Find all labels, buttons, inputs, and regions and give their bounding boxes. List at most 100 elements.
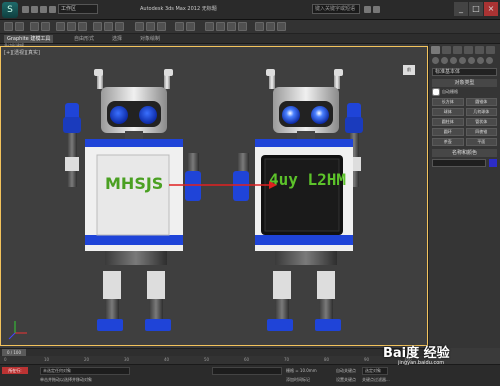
mirror-icon[interactable]	[175, 22, 184, 31]
cameras-icon[interactable]	[459, 57, 466, 64]
plane-button[interactable]: 平面	[465, 138, 497, 146]
tab-selection[interactable]: 选择	[112, 35, 122, 43]
new-file-icon[interactable]	[22, 6, 29, 13]
object-color-swatch[interactable]	[489, 159, 497, 167]
save-file-icon[interactable]	[40, 6, 47, 13]
region-select-icon[interactable]	[78, 22, 87, 31]
auto-key-label[interactable]: 自动关键点	[336, 368, 356, 374]
lights-icon[interactable]	[450, 57, 457, 64]
tab-graphite[interactable]: Graphite 建模工具	[4, 35, 54, 43]
name-color-rollout[interactable]: 名称和颜色	[432, 149, 497, 157]
primitive-buttons: 长方体 圆锥体 球体 几何球体 圆柱体 管状体 圆环 四棱锥 茶壶 平面	[432, 98, 497, 146]
ruler-tick: 0	[4, 357, 7, 362]
select-by-name-icon[interactable]	[67, 22, 76, 31]
set-key-label[interactable]: 设置关键点	[336, 377, 356, 383]
maximize-button[interactable]: □	[469, 2, 483, 16]
ruler-tick: 30	[124, 357, 130, 362]
name-color-row	[432, 159, 497, 167]
rotate-icon[interactable]	[104, 22, 113, 31]
add-time-tag[interactable]: 添加时间标记	[286, 377, 310, 383]
right-robot-screen-text: 4uy L2HM	[269, 170, 346, 189]
search-icon[interactable]	[364, 6, 371, 13]
render-frame-icon[interactable]	[266, 22, 275, 31]
close-button[interactable]: ×	[484, 2, 498, 16]
shapes-icon[interactable]	[441, 57, 448, 64]
utilities-tab-icon[interactable]	[486, 46, 495, 54]
ruler-tick: 10	[44, 357, 50, 362]
teapot-button[interactable]: 茶壶	[432, 138, 464, 146]
selected-object-dropdown[interactable]: 选定对象	[362, 367, 388, 375]
tube-button[interactable]: 管状体	[465, 118, 497, 126]
object-name-input[interactable]	[432, 159, 486, 167]
align-icon[interactable]	[186, 22, 195, 31]
ruler-tick: 60	[244, 357, 250, 362]
coordinate-fields[interactable]	[212, 367, 282, 375]
move-icon[interactable]	[93, 22, 102, 31]
selection-info: 未选定任何对象	[40, 367, 130, 375]
modify-tab-icon[interactable]	[442, 46, 451, 54]
spacewarps-icon[interactable]	[477, 57, 484, 64]
geometry-icon[interactable]	[432, 57, 439, 64]
search-input[interactable]: 键入关键字或短语	[312, 4, 360, 14]
autogrid-label: 自动栅格	[442, 89, 458, 94]
snap-icon[interactable]	[135, 22, 144, 31]
curve-editor-icon[interactable]	[216, 22, 225, 31]
perspective-viewport[interactable]: [+][透视][真实] 前 MHSJS 4uy L2HM	[0, 46, 428, 346]
baidu-watermark: Bai度 经验	[383, 346, 450, 361]
unlink-icon[interactable]	[41, 22, 50, 31]
material-editor-icon[interactable]	[238, 22, 247, 31]
angle-snap-icon[interactable]	[146, 22, 155, 31]
display-tab-icon[interactable]	[475, 46, 484, 54]
systems-icon[interactable]	[486, 57, 493, 64]
ruler-tick: 40	[164, 357, 170, 362]
redo-tool-icon[interactable]	[15, 22, 24, 31]
object-type-rollout[interactable]: 对象类型	[432, 79, 497, 87]
left-robot-screen-text: MHSJS	[105, 174, 163, 193]
scale-icon[interactable]	[115, 22, 124, 31]
status-bar: 所在行: 未选定任何对象 单击并拖动以选择并移动对象 栅格 = 10.0mm 添…	[0, 364, 500, 386]
layer-icon[interactable]	[205, 22, 214, 31]
create-tab-icon[interactable]	[431, 46, 440, 54]
ribbon-tabs: Graphite 建模工具 自由形式 选择 对象绘制	[0, 34, 500, 44]
autogrid-row: 自动栅格	[432, 88, 497, 96]
ruler-tick: 90	[364, 357, 370, 362]
geosphere-button[interactable]: 几何球体	[465, 108, 497, 116]
open-file-icon[interactable]	[31, 6, 38, 13]
maxscript-listener-button[interactable]: 所在行:	[2, 367, 28, 374]
create-category-icons	[429, 56, 500, 66]
render-icon[interactable]	[277, 22, 286, 31]
autogrid-checkbox[interactable]	[432, 88, 440, 96]
cylinder-button[interactable]: 圆柱体	[432, 118, 464, 126]
hierarchy-tab-icon[interactable]	[453, 46, 462, 54]
ruler-tick: 50	[204, 357, 210, 362]
undo-icon[interactable]	[49, 6, 56, 13]
select-icon[interactable]	[56, 22, 65, 31]
render-setup-icon[interactable]	[255, 22, 264, 31]
cone-button[interactable]: 圆锥体	[465, 98, 497, 106]
time-slider[interactable]: 0 / 100	[2, 349, 26, 356]
helpers-icon[interactable]	[468, 57, 475, 64]
tab-freeform[interactable]: 自由形式	[74, 35, 94, 43]
primitive-category-select[interactable]: 标准基本体	[432, 68, 497, 76]
main-toolbar	[0, 20, 500, 34]
pyramid-button[interactable]: 四棱锥	[465, 128, 497, 136]
help-icon[interactable]	[373, 6, 380, 13]
percent-snap-icon[interactable]	[157, 22, 166, 31]
motion-tab-icon[interactable]	[464, 46, 473, 54]
undo-tool-icon[interactable]	[4, 22, 13, 31]
torus-button[interactable]: 圆环	[432, 128, 464, 136]
grid-value: 栅格 = 10.0mm	[286, 368, 317, 373]
minimize-button[interactable]: _	[454, 2, 468, 16]
workspace-combo[interactable]: 工作区	[58, 4, 98, 14]
box-button[interactable]: 长方体	[432, 98, 464, 106]
track-bar[interactable]: 0 10 20 30 40 50 60 70 80 90 100	[0, 356, 428, 364]
schematic-icon[interactable]	[227, 22, 236, 31]
tab-object-paint[interactable]: 对象绘制	[140, 35, 160, 43]
time-slider-track[interactable]: 0 / 100	[0, 348, 428, 356]
sphere-button[interactable]: 球体	[432, 108, 464, 116]
command-panel-tabs	[429, 44, 500, 56]
app-logo-icon[interactable]: S	[2, 2, 18, 18]
key-filter-button[interactable]: 关键点过滤器...	[362, 377, 390, 383]
link-icon[interactable]	[30, 22, 39, 31]
robot-scene: MHSJS 4uy L2HM	[8, 69, 363, 340]
